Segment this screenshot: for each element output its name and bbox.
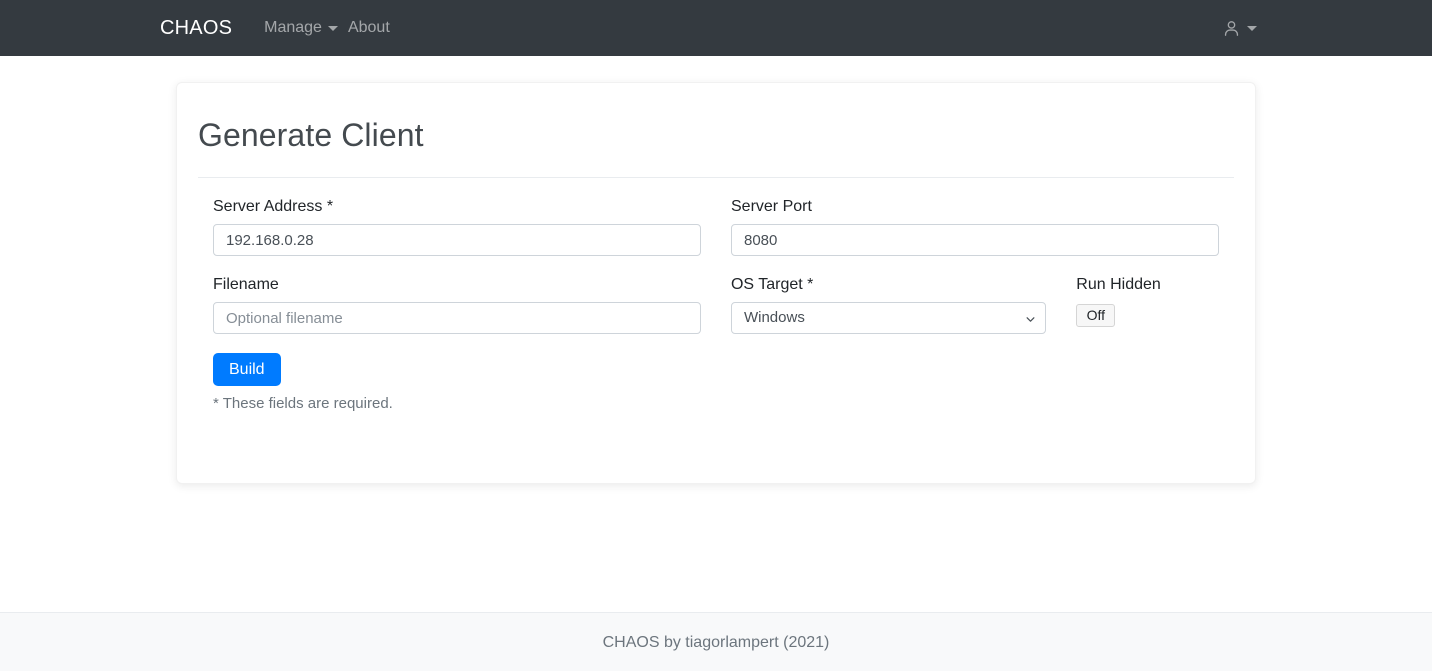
run-hidden-toggle[interactable]: Off (1076, 304, 1116, 327)
filename-label: Filename (213, 276, 279, 293)
os-target-select[interactable]: WindowsLinuxMacOS (730, 302, 1047, 334)
build-button[interactable]: Build (213, 353, 281, 386)
top-navbar: CHAOS Manage About (0, 0, 1432, 56)
field-os-target: OS Target * WindowsLinuxMacOS (716, 275, 1061, 334)
form-row-connection: Server Address * Server Port (198, 197, 1234, 256)
nav-item-about-label: About (347, 19, 390, 36)
server-address-input[interactable] (213, 224, 701, 256)
nav-item-manage-label: Manage (264, 19, 322, 36)
footer-text: CHAOS by tiagorlampert (2021) (602, 633, 830, 651)
os-target-label: OS Target * (730, 276, 814, 293)
generate-client-card: Generate Client Server Address * Server … (176, 82, 1256, 484)
required-fields-note: * These fields are required. (213, 395, 393, 412)
nav-item-manage[interactable]: Manage (264, 12, 348, 44)
navbar-brand[interactable]: CHAOS (160, 18, 232, 38)
card-body: Generate Client Server Address * Server … (177, 83, 1255, 413)
chevron-down-icon (1247, 25, 1257, 31)
user-menu-button[interactable] (1222, 13, 1257, 44)
page-footer: CHAOS by tiagorlampert (2021) (0, 612, 1432, 671)
filename-input[interactable] (213, 302, 701, 334)
field-server-port: Server Port (716, 197, 1234, 256)
form-actions: Build * These fields are required. (198, 334, 1234, 413)
server-port-label: Server Port (731, 198, 812, 215)
navbar-links: Manage About (264, 12, 406, 44)
form-row-options: Filename OS Target * WindowsLinuxMacOS (198, 256, 1234, 334)
run-hidden-label: Run Hidden (1076, 276, 1161, 293)
field-filename: Filename (198, 275, 716, 334)
nav-item-about[interactable]: About (348, 12, 406, 44)
user-icon (1222, 19, 1241, 38)
server-address-label: Server Address * (213, 198, 334, 215)
page-title: Generate Client (198, 117, 424, 153)
os-target-select-wrapper: WindowsLinuxMacOS (730, 302, 1047, 334)
navbar-container: CHAOS Manage About (0, 0, 1432, 56)
chevron-down-icon (327, 25, 338, 31)
field-run-hidden: Run Hidden Off (1061, 275, 1234, 327)
field-server-address: Server Address * (198, 197, 716, 256)
generate-client-form: Server Address * Server Port Filename (198, 178, 1234, 413)
main-content: Generate Client Server Address * Server … (0, 56, 1432, 612)
server-port-input[interactable] (731, 224, 1219, 256)
